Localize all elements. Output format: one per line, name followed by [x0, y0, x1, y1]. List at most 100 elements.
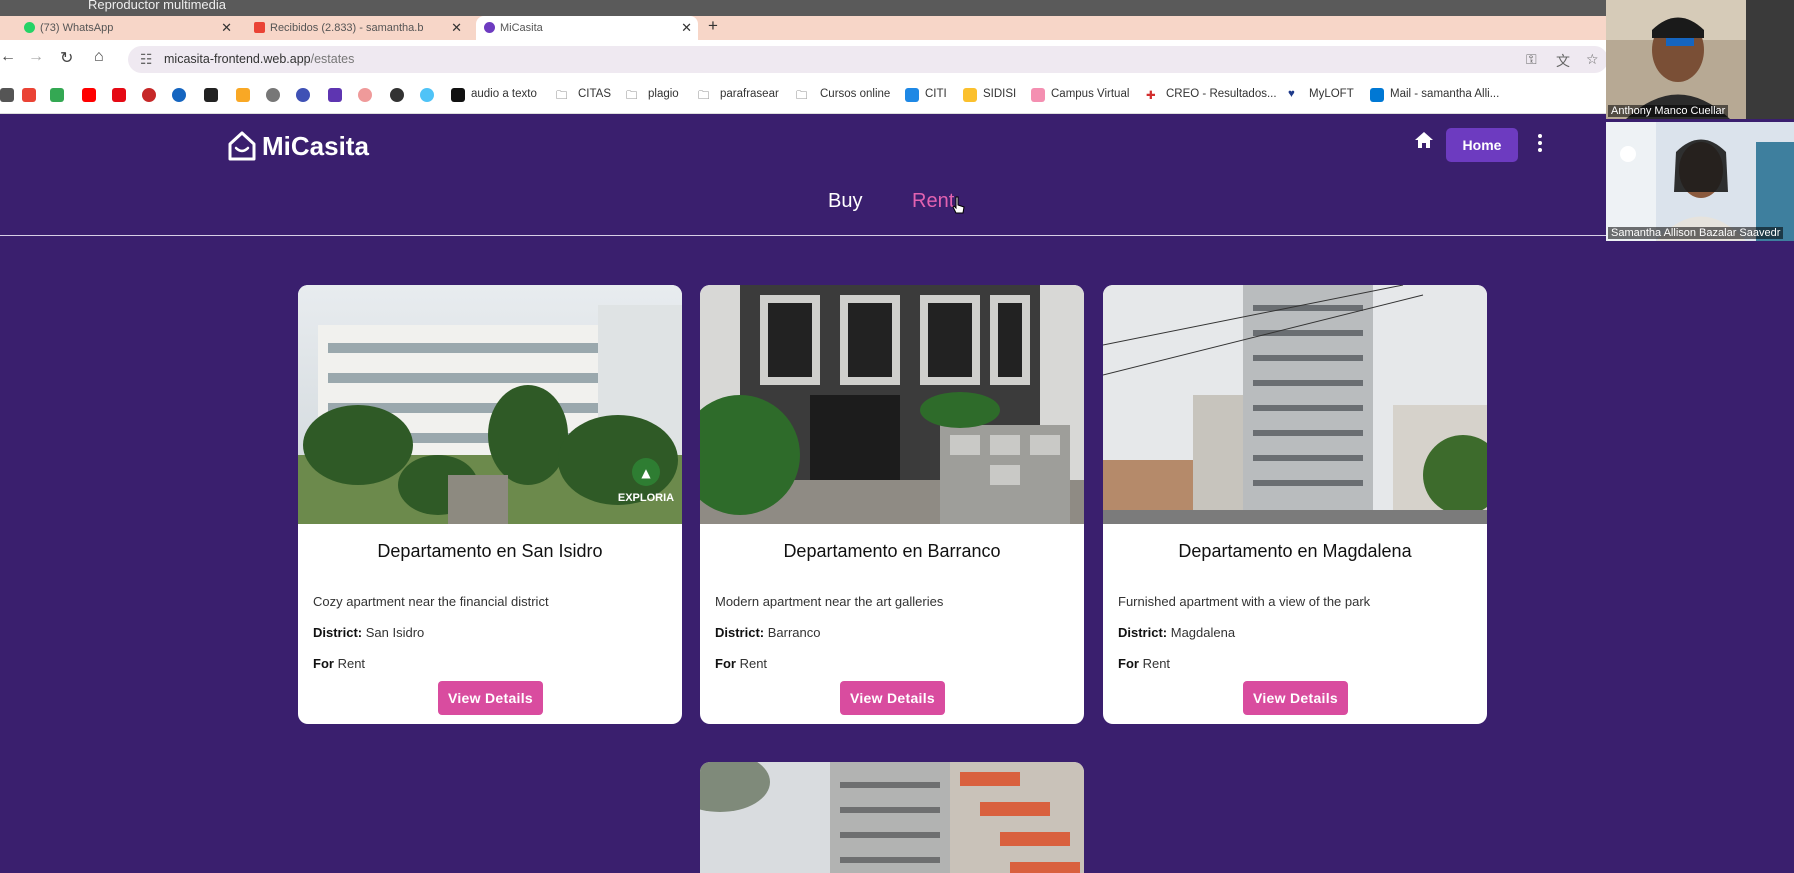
bookmark-creo[interactable]: CREO - Resultados...	[1166, 88, 1277, 100]
listing-title: Departamento en San Isidro	[377, 541, 603, 561]
youtube-icon[interactable]	[82, 88, 96, 102]
home-browser-icon[interactable]: ⌂	[94, 48, 104, 66]
os-title-strip: Reproductor multimedia	[0, 0, 1794, 16]
listing-description: Furnished apartment with a view of the p…	[1118, 594, 1371, 609]
video-tile-participant[interactable]: Anthony Manco Cuellar	[1606, 0, 1794, 119]
home-button[interactable]: Home	[1446, 128, 1518, 162]
listing-title: Departamento en Barranco	[783, 541, 1001, 561]
layers-icon[interactable]	[328, 88, 342, 102]
bookmark-audio-icon	[451, 88, 465, 102]
svg-text:▲: ▲	[641, 466, 651, 480]
new-tab-button[interactable]: +	[708, 16, 718, 36]
netflix-icon[interactable]	[112, 88, 126, 102]
chatgpt-icon[interactable]	[390, 88, 404, 102]
myloft-icon: ♥	[1288, 88, 1295, 100]
participant-name: Anthony Manco Cuellar	[1608, 105, 1729, 117]
gmail-icon	[254, 22, 265, 33]
listing-image[interactable]	[700, 285, 1084, 524]
nav-buy[interactable]: Buy	[828, 190, 862, 213]
globe-icon[interactable]	[296, 88, 310, 102]
bookmark-icon[interactable]	[0, 88, 14, 102]
bars-icon[interactable]	[204, 88, 218, 102]
video-tile-participant[interactable]: Samantha Allison Bazalar Saavedr	[1606, 122, 1794, 241]
bookmark-star-icon[interactable]: ☆	[1586, 51, 1599, 68]
close-icon[interactable]: ✕	[451, 20, 462, 36]
folder-icon: 🗀	[698, 90, 710, 102]
browser-toolbar: ← → ↻ ⌂ ☷ micasita-frontend.web.app/esta…	[0, 40, 1794, 78]
bookmark-myloft[interactable]: MyLOFT	[1309, 88, 1354, 100]
view-details-button[interactable]: View Details	[438, 681, 543, 715]
forward-icon[interactable]: →	[28, 48, 44, 66]
mouse-cursor-icon	[952, 196, 965, 214]
listing-title: Departamento en Magdalena	[1178, 541, 1412, 561]
bookmark-mail[interactable]: Mail - samantha Alli...	[1390, 88, 1499, 100]
bookmark-campus-virtual[interactable]: Campus Virtual	[1051, 88, 1129, 100]
apple-icon[interactable]	[266, 88, 280, 102]
sidisi-icon	[963, 88, 977, 102]
creo-icon: ✚	[1146, 90, 1156, 102]
listing-district: District: Magdalena	[1118, 625, 1236, 640]
more-menu-icon[interactable]	[1536, 132, 1544, 154]
listing-card: Departamento en Barranco Modern apartmen…	[700, 285, 1084, 724]
bookmark-citas[interactable]: CITAS	[578, 88, 611, 100]
listing-district: District: Barranco	[715, 625, 821, 640]
listing-description: Modern apartment near the art galleries	[715, 594, 944, 609]
disney-icon[interactable]	[172, 88, 186, 102]
flower-icon[interactable]	[358, 88, 372, 102]
site-info-icon[interactable]: ☷	[140, 51, 153, 68]
clock-icon[interactable]	[420, 88, 434, 102]
app-header: MiCasita Home Buy Rent	[0, 114, 1794, 236]
campus-icon	[1031, 88, 1045, 102]
bookmark-citi[interactable]: CITI	[925, 88, 947, 100]
bookmarks-bar: audio a texto 🗀 CITAS 🗀 plagio 🗀 parafra…	[0, 78, 1794, 114]
folder-icon: 🗀	[556, 90, 568, 102]
drive-icon[interactable]	[50, 88, 64, 102]
folder-icon: 🗀	[796, 90, 808, 102]
reload-icon[interactable]: ↻	[60, 48, 73, 68]
listing-card-partial[interactable]	[700, 762, 1084, 873]
bookmark-sidisi[interactable]: SIDISI	[983, 88, 1016, 100]
browser-tab-bar: (73) WhatsApp ✕ Recibidos (2.833) - sama…	[0, 16, 1794, 40]
translate-icon[interactable]: 文	[1556, 51, 1570, 71]
bookmark-cursos-online[interactable]: Cursos online	[820, 88, 890, 100]
shield-icon[interactable]	[236, 88, 250, 102]
listing-image[interactable]	[1103, 285, 1487, 524]
whatsapp-icon	[24, 22, 35, 33]
nav-rent[interactable]: Rent	[912, 190, 954, 213]
listing-district: District: San Isidro	[313, 625, 425, 640]
url-text: micasita-frontend.web.app/estates	[164, 52, 355, 66]
citi-icon	[905, 88, 919, 102]
listing-type: For Rent	[715, 656, 768, 671]
folder-icon: 🗀	[626, 90, 638, 102]
tab-gmail[interactable]: Recibidos (2.833) - samantha.b ✕	[246, 16, 468, 40]
listing-card: ▲ EXPLORIA Departamento en San Isidro Co…	[298, 285, 682, 724]
brand-logo[interactable]: MiCasita	[226, 130, 369, 162]
password-key-icon[interactable]: ⚿	[1526, 51, 1537, 68]
listing-card: Departamento en Magdalena Furnished apar…	[1103, 285, 1487, 724]
address-bar[interactable]: ☷ micasita-frontend.web.app/estates ⚿ 文 …	[128, 46, 1608, 73]
view-details-button[interactable]: View Details	[840, 681, 945, 715]
bookmark-parafrasear[interactable]: parafrasear	[720, 88, 779, 100]
bookmark-audio-a-texto[interactable]: audio a texto	[471, 88, 537, 100]
participant-name: Samantha Allison Bazalar Saavedr	[1608, 227, 1784, 239]
gmail-icon[interactable]	[22, 88, 36, 102]
close-icon[interactable]: ✕	[221, 20, 232, 36]
exploria-watermark: EXPLORIA	[618, 492, 674, 504]
tab-micasita[interactable]: MiCasita ✕	[476, 16, 698, 40]
tab-whatsapp[interactable]: (73) WhatsApp ✕	[16, 16, 238, 40]
media-player-title: Reproductor multimedia	[88, 0, 227, 12]
brand-name: MiCasita	[262, 130, 369, 161]
micasita-icon	[484, 22, 495, 33]
house-logo-icon	[228, 131, 256, 161]
listing-type: For Rent	[313, 656, 366, 671]
home-icon[interactable]	[1414, 130, 1434, 150]
listing-description: Cozy apartment near the financial distri…	[313, 594, 549, 609]
listing-image[interactable]: ▲ EXPLORIA	[298, 285, 682, 524]
view-details-button[interactable]: View Details	[1243, 681, 1348, 715]
bookmark-plagio[interactable]: plagio	[648, 88, 679, 100]
outlook-icon	[1370, 88, 1384, 102]
listing-type: For Rent	[1118, 656, 1171, 671]
star-icon[interactable]	[142, 88, 156, 102]
back-icon[interactable]: ←	[0, 48, 16, 66]
close-icon[interactable]: ✕	[681, 20, 692, 36]
